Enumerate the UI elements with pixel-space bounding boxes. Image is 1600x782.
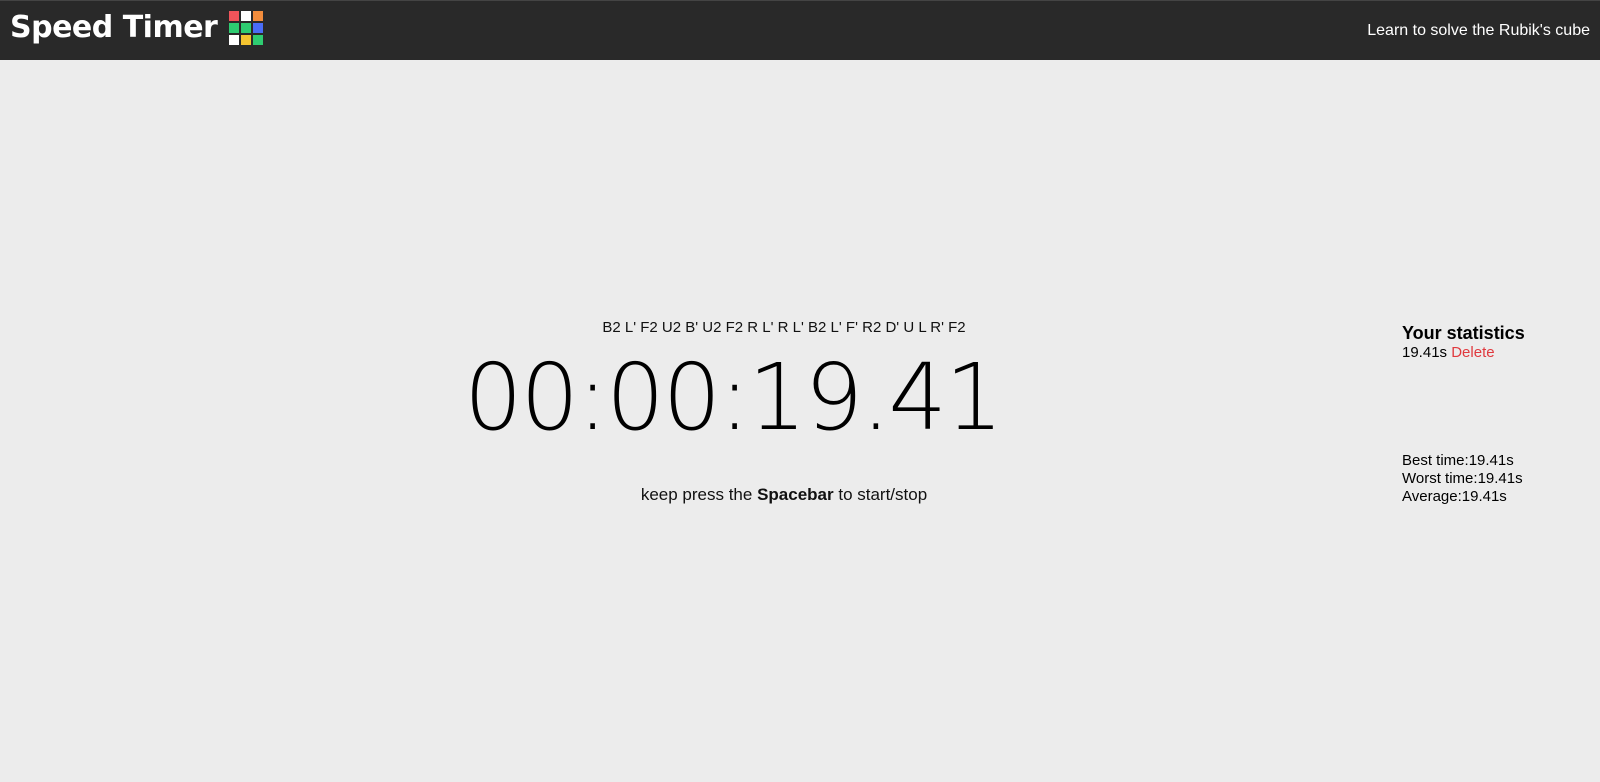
statistics-title: Your statistics [1402,323,1525,343]
hint-prefix: keep press the [640,485,753,504]
brand[interactable]: Speed Timer [10,10,264,45]
scramble-sequence: B2 L' F2 U2 B' U2 F2 R L' R L' B2 L' F' … [602,319,966,336]
hint-key: Spacebar [757,485,834,504]
cube-tile [253,34,264,45]
cube-tile [241,22,252,33]
solve-time: 19.41s [1402,344,1448,361]
rubiks-cube-logo-icon [229,10,264,45]
cube-tile [229,10,240,21]
cube-tile [229,34,240,45]
app-title[interactable]: Speed Timer [10,10,218,45]
worst-time-label: Worst time: [1402,470,1478,487]
cube-tile [241,34,252,45]
best-time-label: Best time: [1402,452,1469,469]
learn-rubiks-link[interactable]: Learn to solve the Rubik's cube [1367,22,1590,40]
average-value: 19.41s [1461,488,1507,505]
top-navbar: Speed Timer Learn to solve the Rubik's c… [0,0,1600,60]
best-time-value: 19.41s [1468,452,1514,469]
hint-suffix: to start/stop [838,485,928,504]
cube-tile [253,10,264,21]
solve-list-item: 19.41s Delete [1402,344,1592,362]
statistics-panel: Your statistics 19.41s Delete [1402,322,1592,362]
cube-tile [229,22,240,33]
cube-tile [253,22,264,33]
statistics-summary: Best time:19.41s Worst time:19.41s Avera… [1402,452,1523,506]
delete-solve-button[interactable]: Delete [1451,344,1494,361]
best-time-row: Best time:19.41s [1402,452,1523,470]
spacebar-hint: keep press the Spacebar to start/stop [0,485,1568,505]
worst-time-row: Worst time:19.41s [1402,470,1523,488]
worst-time-value: 19.41s [1477,470,1523,487]
average-label: Average: [1402,488,1462,505]
timer-display: 00:00:19.41 [464,344,1004,451]
average-row: Average:19.41s [1402,488,1523,506]
cube-tile [241,10,252,21]
